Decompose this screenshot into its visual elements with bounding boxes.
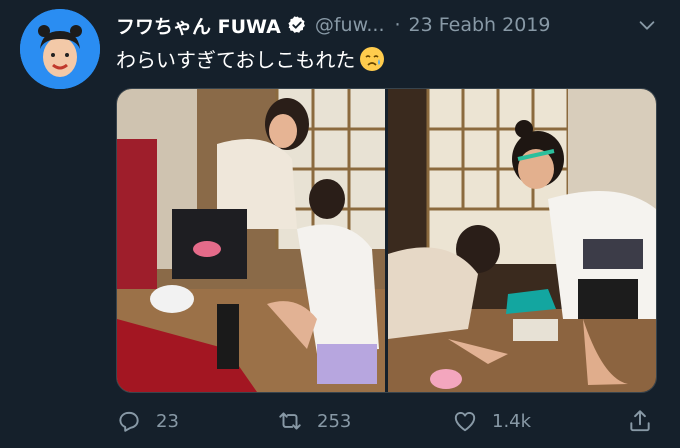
reply-action[interactable]: 23 xyxy=(116,405,179,437)
reply-count: 23 xyxy=(156,410,179,432)
verified-badge-icon xyxy=(287,15,307,35)
photo-right[interactable] xyxy=(388,89,656,392)
like-count: 1.4k xyxy=(492,410,532,432)
share-action[interactable] xyxy=(627,405,653,437)
tweet-text: わらいすぎておしこもれた xyxy=(116,48,356,72)
tweet-header: フワちゃん FUWA @fuw... · 23 Feabh 2019 xyxy=(116,11,550,39)
avatar-image xyxy=(20,9,100,89)
tweet-actions: 23 253 1.4k xyxy=(116,405,656,437)
tweet-text-container: わらいすぎておしこもれた xyxy=(116,44,385,73)
retweet-count: 253 xyxy=(317,410,352,432)
share-icon xyxy=(630,410,650,432)
avatar[interactable] xyxy=(20,9,100,89)
retweet-action[interactable]: 253 xyxy=(277,405,351,437)
separator-dot: · xyxy=(394,14,401,36)
handle[interactable]: @fuw... xyxy=(315,14,385,36)
tweet-date[interactable]: 23 Feabh 2019 xyxy=(409,14,551,36)
chevron-down-icon[interactable] xyxy=(636,14,658,36)
photo-right-image xyxy=(388,89,656,392)
display-name[interactable]: フワちゃん FUWA xyxy=(116,12,281,39)
like-action[interactable]: 1.4k xyxy=(452,405,531,437)
retweet-icon xyxy=(279,412,301,430)
media-container[interactable] xyxy=(116,88,657,393)
reply-icon xyxy=(119,411,139,432)
crying-face-emoji xyxy=(359,46,385,72)
photo-left-image xyxy=(117,89,385,392)
photo-left[interactable] xyxy=(117,89,385,392)
heart-icon xyxy=(454,411,476,432)
